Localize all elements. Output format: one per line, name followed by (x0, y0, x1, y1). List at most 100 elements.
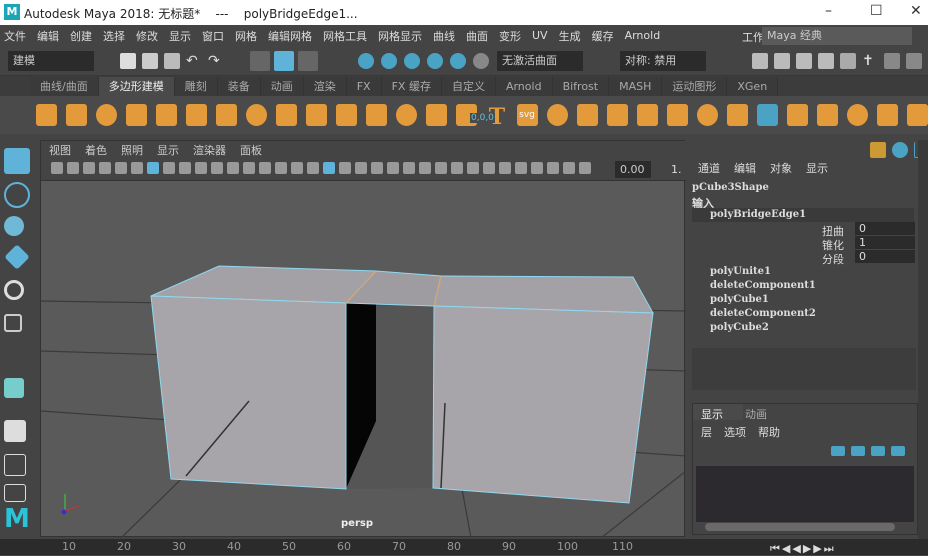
shelf-disc-icon[interactable] (216, 104, 238, 126)
shelf-sphere-icon[interactable] (36, 104, 58, 126)
selected-input-node[interactable]: polyBridgeEdge1 (710, 209, 806, 220)
panel-menu-item[interactable]: 照明 (121, 142, 143, 158)
shelf-tab[interactable]: 多边形建模 (98, 77, 175, 96)
shelf-cylinder-icon[interactable] (96, 104, 118, 126)
menu-item[interactable]: 选择 (103, 28, 125, 44)
side-tabs[interactable] (918, 140, 928, 540)
tab-animation[interactable]: 动画 (745, 406, 767, 422)
channel-box-menu-item[interactable]: 显示 (806, 160, 828, 176)
shelf-superellipse-icon[interactable] (426, 104, 448, 126)
channel-box-menu-item[interactable]: 对象 (770, 160, 792, 176)
move-layer-down-icon[interactable] (851, 446, 865, 456)
render-current-icon[interactable] (774, 53, 790, 69)
panel-tool-icon[interactable] (115, 162, 127, 174)
menu-item[interactable]: 网格 (235, 28, 257, 44)
render-view-icon[interactable] (752, 53, 768, 69)
panel-tool-icon[interactable] (371, 162, 383, 174)
panel-tool-icon[interactable] (323, 162, 335, 174)
panel-tool-icon[interactable] (51, 162, 63, 174)
playback-controls[interactable]: ⏮◀◀▶▶⏭ (770, 542, 836, 556)
attribute-icon[interactable] (892, 142, 908, 158)
menu-item[interactable]: 缓存 (592, 28, 614, 44)
attribute-editor-icon[interactable] (906, 53, 922, 69)
channel-box-menu-item[interactable]: 通道 (698, 160, 720, 176)
panel-tool-icon[interactable] (291, 162, 303, 174)
panel-tool-icon[interactable] (259, 162, 271, 174)
shelf-tab[interactable]: 雕刻 (174, 77, 218, 96)
select-tool-icon[interactable] (4, 148, 30, 174)
undo-icon[interactable]: ↶ (186, 53, 202, 69)
panel-tool-icon[interactable] (355, 162, 367, 174)
panel-tool-icon[interactable] (483, 162, 495, 174)
shelf-tab[interactable]: Arnold (495, 77, 553, 96)
panel-tool-icon[interactable] (563, 162, 575, 174)
snap-grid-icon[interactable] (358, 53, 374, 69)
new-scene-icon[interactable] (120, 53, 136, 69)
shelf-combine-icon[interactable] (636, 104, 658, 126)
panel-tool-icon[interactable] (387, 162, 399, 174)
panel-menu-item[interactable]: 面板 (240, 142, 262, 158)
panel-tool-icon[interactable] (451, 162, 463, 174)
shelf-bevel-icon[interactable] (606, 104, 628, 126)
panel-menu-item[interactable]: 显示 (157, 142, 179, 158)
menu-item[interactable]: 显示 (169, 28, 191, 44)
menu-item[interactable]: 修改 (136, 28, 158, 44)
shelf-tab[interactable]: 装备 (217, 77, 261, 96)
right-cube-front-face[interactable] (432, 305, 654, 504)
layout-two-icon[interactable] (4, 484, 26, 502)
history-node[interactable]: polyCube2 (710, 322, 769, 333)
panel-tool-icon[interactable] (339, 162, 351, 174)
shelf-bool-icon[interactable] (906, 104, 928, 126)
shelf-helix-icon[interactable] (366, 104, 388, 126)
panel-tool-icon[interactable] (531, 162, 543, 174)
shelf-tab[interactable]: 动画 (260, 77, 304, 96)
layer-menu-item[interactable]: 选项 (724, 424, 746, 440)
horizontal-scrollbar[interactable] (705, 523, 895, 531)
panel-tool-icon[interactable] (147, 162, 159, 174)
lasso-tool-icon[interactable] (4, 182, 30, 208)
shelf-platonic-icon[interactable] (246, 104, 268, 126)
redo-icon[interactable]: ↷ (208, 53, 224, 69)
channel-box-menu-item[interactable]: 编辑 (734, 160, 756, 176)
shelf-split-icon[interactable] (846, 104, 868, 126)
character-icon[interactable]: ✝ (862, 53, 878, 69)
shelf-pipe-icon[interactable] (336, 104, 358, 126)
panel-tool-icon[interactable] (163, 162, 175, 174)
menu-item[interactable]: 变形 (499, 28, 521, 44)
left-cube-front-face[interactable] (150, 295, 347, 490)
attribute-value[interactable]: 0 (855, 250, 915, 263)
shelf-tab[interactable]: XGen (727, 77, 779, 96)
shelf-tab[interactable]: 渲染 (303, 77, 347, 96)
shelf-append-icon[interactable] (816, 104, 838, 126)
open-scene-icon[interactable] (142, 53, 158, 69)
menu-item[interactable]: 生成 (559, 28, 581, 44)
panel-tool-icon[interactable] (179, 162, 191, 174)
gamma-field[interactable]: 1. (671, 163, 682, 176)
menu-item[interactable]: 曲线 (433, 28, 455, 44)
live-surface-field[interactable]: 无激活曲面 (497, 51, 583, 71)
snap-surface-icon[interactable] (450, 53, 466, 69)
node-name[interactable]: pCube3Shape (692, 182, 769, 193)
layer-menu-item[interactable]: 层 (701, 424, 712, 440)
panel-tool-icon[interactable] (307, 162, 319, 174)
menu-item[interactable]: 网格显示 (378, 28, 422, 44)
panel-menu-item[interactable]: 渲染器 (193, 142, 226, 158)
panel-tool-icon[interactable] (99, 162, 111, 174)
select-component-icon[interactable] (298, 51, 318, 71)
layer-menu-item[interactable]: 帮助 (758, 424, 780, 440)
perspective-viewport[interactable]: 视图 着色 照明 显示 渲染器 面板 0.00 1. persp (40, 140, 686, 538)
panel-tool-icon[interactable] (83, 162, 95, 174)
menu-item[interactable]: 创建 (70, 28, 92, 44)
workspace-select[interactable]: Maya 经典 (762, 27, 912, 45)
panel-tool-icon[interactable] (419, 162, 431, 174)
menu-item[interactable]: UV (532, 29, 548, 42)
panel-tool-icon[interactable] (547, 162, 559, 174)
outliner-icon[interactable] (884, 53, 900, 69)
menu-item[interactable]: 文件 (4, 28, 26, 44)
shelf-tab[interactable]: Bifrost (552, 77, 610, 96)
snap-curve-icon[interactable] (381, 53, 397, 69)
render-settings-icon[interactable] (818, 53, 834, 69)
shelf-fill-icon[interactable] (786, 104, 808, 126)
shelf-pyramid-icon[interactable] (306, 104, 328, 126)
ipr-render-icon[interactable] (796, 53, 812, 69)
